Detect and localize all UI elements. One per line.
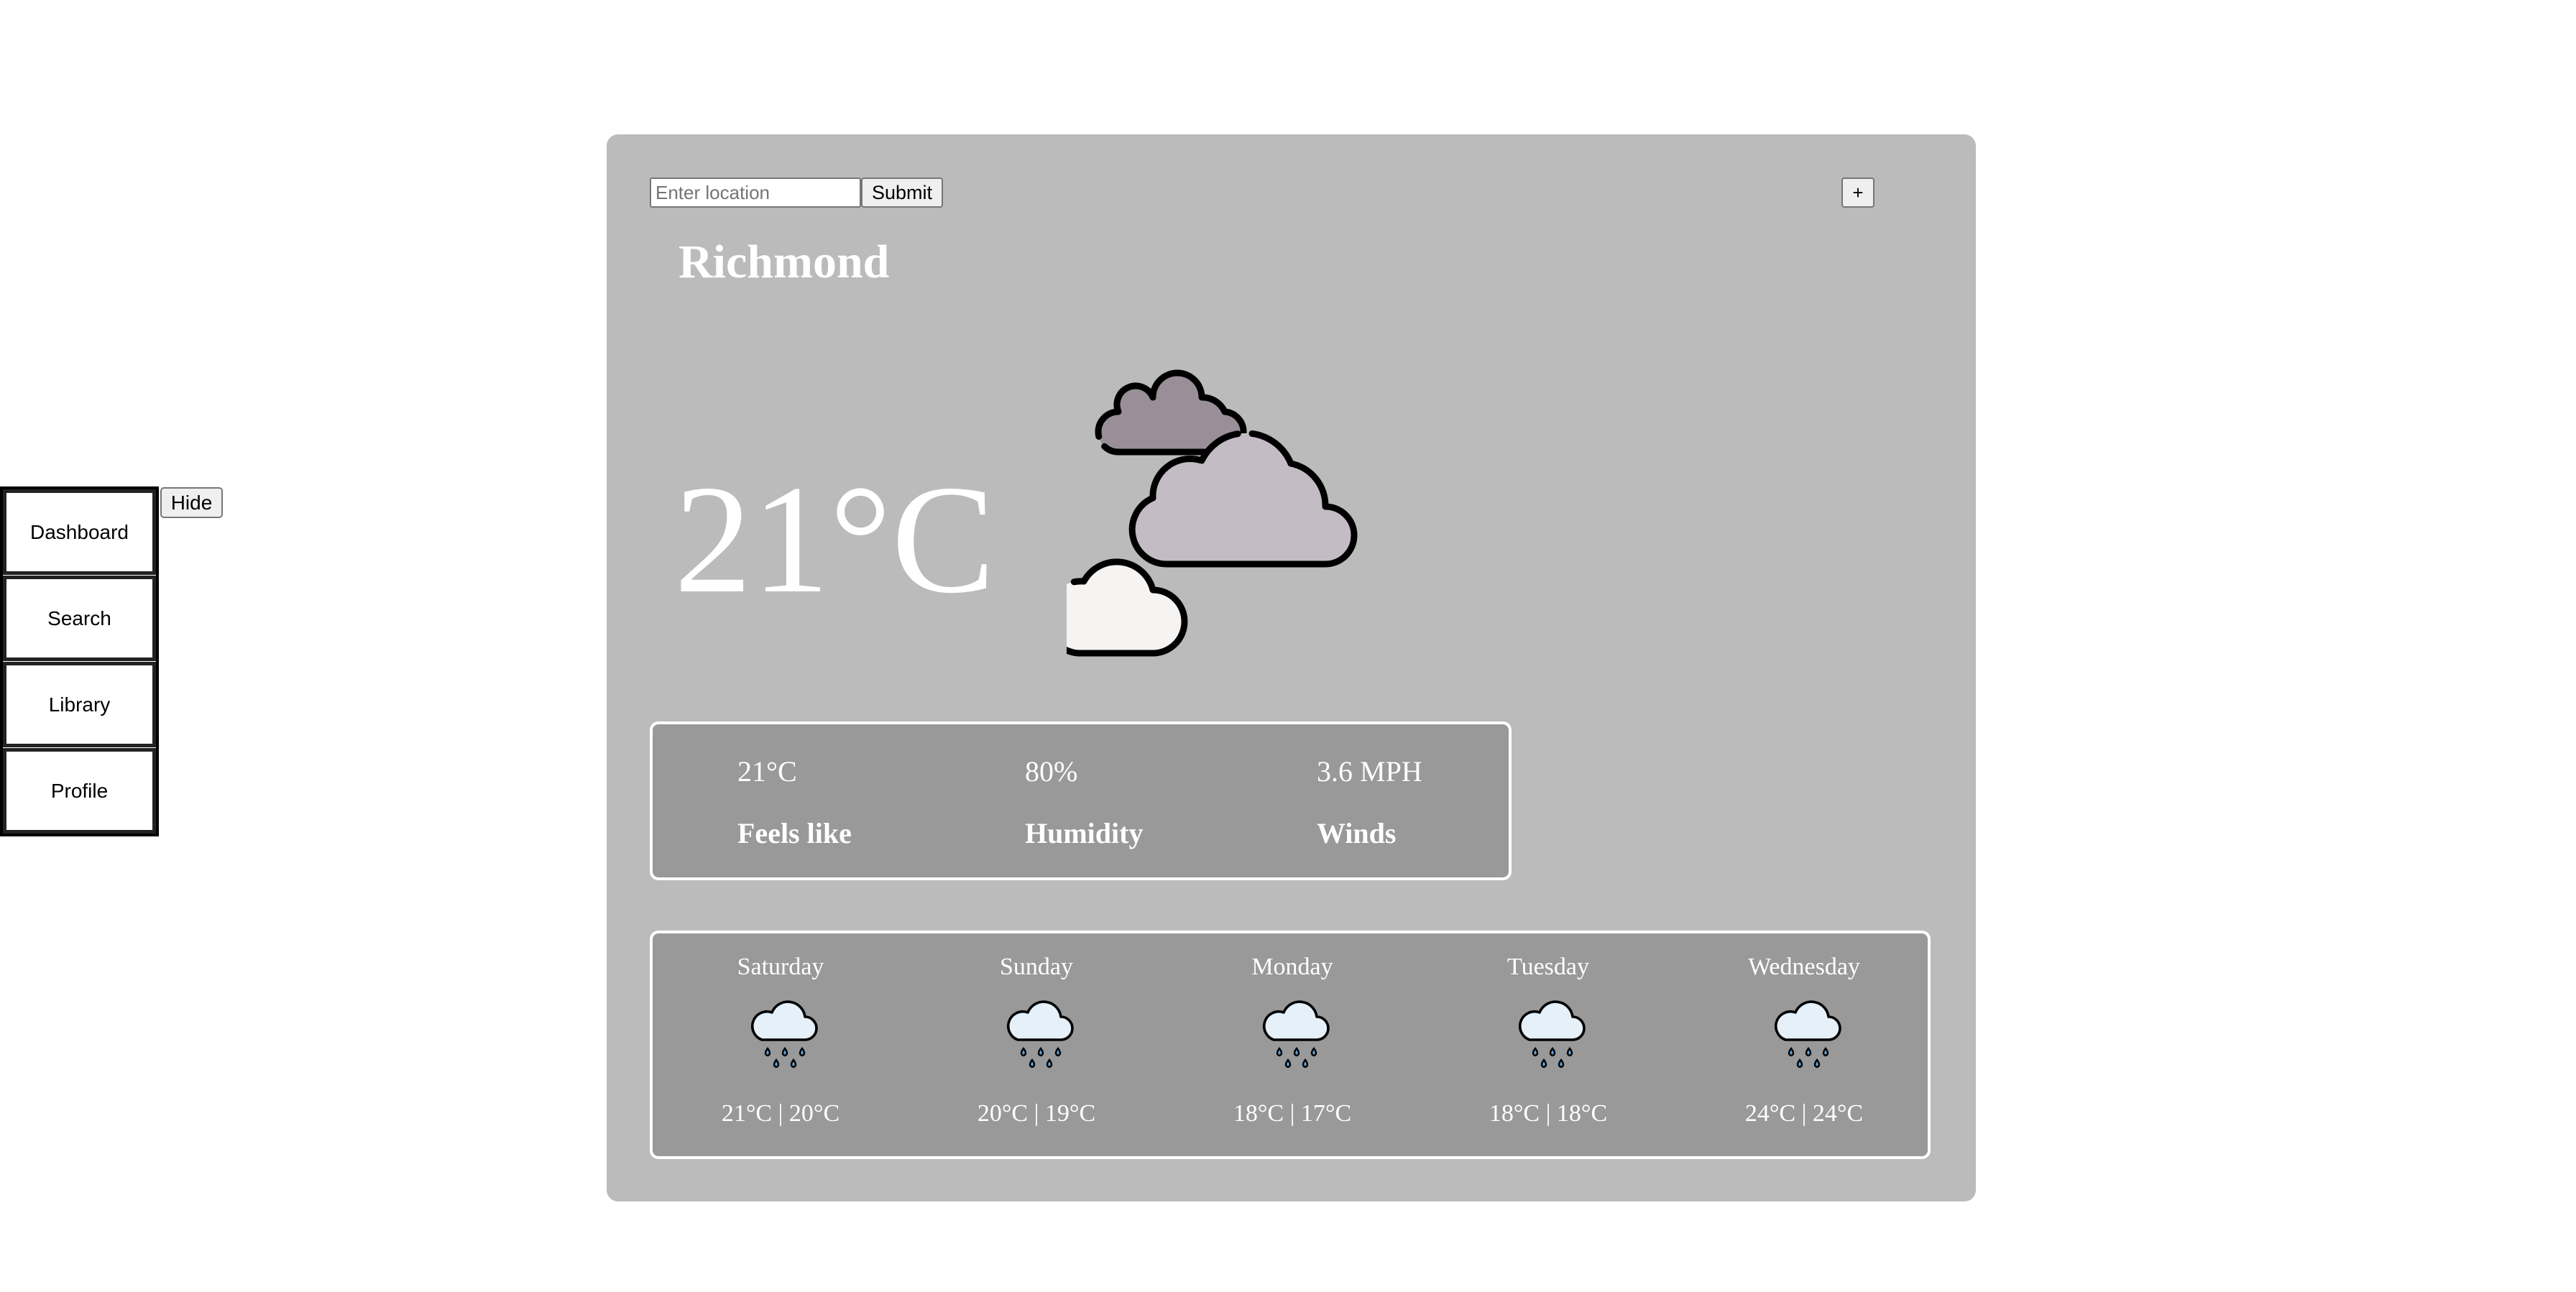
- rain-cloud-icon: [1519, 1000, 1586, 1069]
- forecast-panel: Saturday 21°C | 20°C Sunday 20°C | 19°C …: [650, 931, 1931, 1159]
- city-name: Richmond: [678, 236, 890, 288]
- forecast-day-name: Monday: [1251, 954, 1333, 980]
- rain-cloud-icon: [751, 1000, 818, 1069]
- forecast-day-name: Wednesday: [1748, 954, 1860, 980]
- rain-cloud-icon: [1007, 1000, 1074, 1069]
- submit-button[interactable]: Submit: [861, 177, 943, 208]
- forecast-temp-range: 18°C | 18°C: [1489, 1100, 1608, 1127]
- forecast-temp-range: 24°C | 24°C: [1744, 1100, 1864, 1127]
- weather-card: Submit + Richmond 21°C 21°C Feels like 8…: [607, 134, 1976, 1201]
- location-input[interactable]: [650, 177, 861, 208]
- rain-cloud-icon: [1263, 1000, 1330, 1069]
- sidebar-item-dashboard[interactable]: Dashboard: [3, 489, 156, 575]
- sidebar-item-library[interactable]: Library: [3, 662, 156, 747]
- forecast-day: Wednesday 24°C | 24°C: [1676, 933, 1932, 1156]
- rain-cloud-icon: [1775, 1000, 1841, 1069]
- forecast-day: Saturday 21°C | 20°C: [653, 933, 908, 1156]
- sidebar-item-search[interactable]: Search: [3, 576, 156, 661]
- sidebar-item-profile[interactable]: Profile: [3, 748, 156, 834]
- forecast-day-name: Saturday: [737, 954, 824, 980]
- forecast-day: Monday 18°C | 17°C: [1164, 933, 1420, 1156]
- current-details-panel: 21°C Feels like 80% Humidity 3.6 MPH Win…: [650, 721, 1512, 880]
- forecast-day: Sunday 20°C | 19°C: [908, 933, 1164, 1156]
- hide-sidebar-button[interactable]: Hide: [160, 487, 223, 518]
- sidebar: Dashboard Search Library Profile: [0, 486, 159, 836]
- winds-label: Winds: [1317, 817, 1397, 849]
- forecast-temp-range: 18°C | 17°C: [1233, 1100, 1352, 1127]
- forecast-day-name: Tuesday: [1507, 954, 1589, 980]
- humidity-label: Humidity: [1025, 817, 1144, 849]
- forecast-day: Tuesday 18°C | 18°C: [1420, 933, 1676, 1156]
- forecast-temp-range: 20°C | 19°C: [977, 1100, 1096, 1127]
- winds-value: 3.6 MPH: [1317, 755, 1422, 788]
- forecast-day-name: Sunday: [1000, 954, 1073, 980]
- forecast-temp-range: 21°C | 20°C: [721, 1100, 840, 1127]
- humidity-value: 80%: [1025, 755, 1078, 788]
- current-temperature: 21°C: [674, 453, 995, 625]
- feels-like-value: 21°C: [737, 755, 797, 788]
- add-location-button[interactable]: +: [1841, 177, 1874, 208]
- feels-like-label: Feels like: [737, 817, 852, 849]
